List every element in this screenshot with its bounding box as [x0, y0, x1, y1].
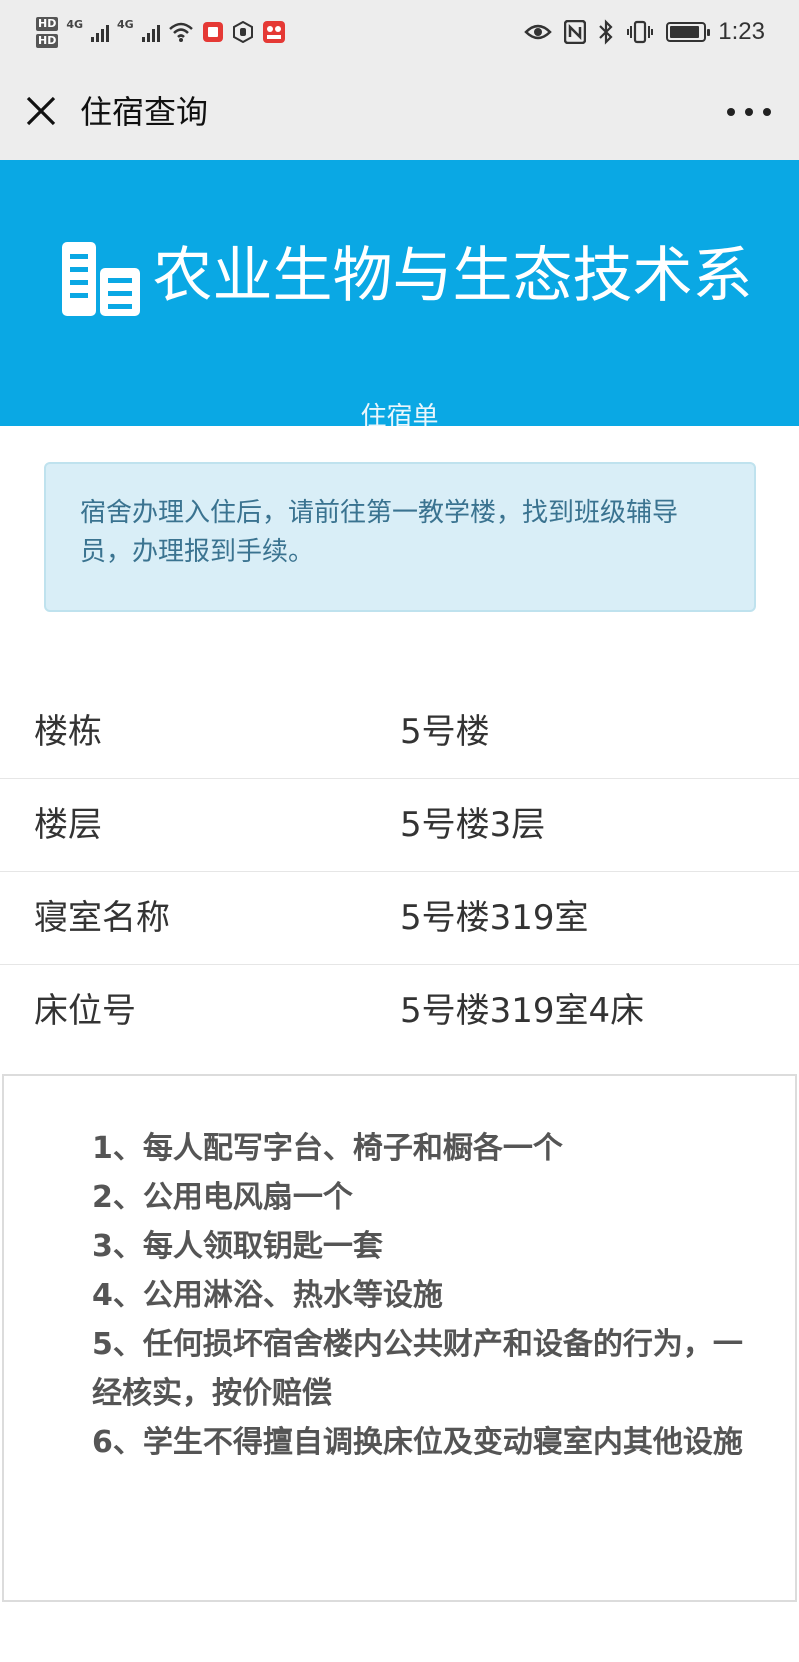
info-value: 5号楼319室 [400, 898, 589, 938]
info-label: 床位号 [34, 991, 136, 1031]
sim-indicators: HD HD [36, 16, 59, 48]
info-value: 5号楼319室4床 [400, 991, 645, 1031]
info-label: 楼层 [34, 805, 102, 845]
shopping-app-icon [262, 21, 285, 43]
info-row-bed: 床位号 5号楼319室4床 [0, 965, 799, 1058]
status-right: 1:23 [524, 14, 765, 50]
sim2-hd-badge: HD [36, 33, 59, 48]
banner-subtitle: 住宿单 [360, 402, 439, 426]
close-icon[interactable] [24, 94, 58, 128]
header-banner: 农业生物与生态技术系 住宿单 [0, 160, 799, 426]
info-value: 5号楼3层 [400, 805, 546, 845]
eye-comfort-icon [524, 24, 553, 40]
battery-icon [666, 22, 711, 42]
battery-level-fill [670, 26, 700, 38]
status-left: HD HD 4G 4G [36, 10, 286, 54]
wifi-icon [168, 22, 193, 42]
more-options-icon[interactable] [727, 100, 771, 124]
accommodation-info-table: 楼栋 5号楼 楼层 5号楼3层 寝室名称 5号楼319室 床位号 5号楼319室… [0, 686, 799, 1058]
rule-item: 3、每人领取钥匙一套 [92, 1229, 383, 1264]
clock-time: 1:23 [718, 18, 765, 45]
vibrate-icon [627, 20, 654, 44]
status-bar: HD HD 4G 4G 1:23 [0, 0, 799, 64]
rules-list: 1、每人配写字台、椅子和橱各一个 2、公用电风扇一个 3、每人领取钥匙一套 4、… [92, 1124, 752, 1467]
rule-item: 4、公用淋浴、热水等设施 [92, 1278, 443, 1313]
hand-notification-icon [232, 21, 253, 43]
bluetooth-icon [599, 19, 613, 45]
nfc-icon [564, 20, 587, 44]
signal2-icon [141, 22, 160, 42]
info-row-floor: 楼层 5号楼3层 [0, 779, 799, 872]
signal1-icon [91, 22, 110, 42]
rule-item: 5、任何损坏宿舍楼内公共财产和设备的行为，一经核实，按价赔偿 [92, 1327, 743, 1411]
info-row-room: 寝室名称 5号楼319室 [0, 872, 799, 965]
network2-label: 4G [117, 17, 134, 31]
info-label: 寝室名称 [34, 898, 170, 938]
app-notification-icon [202, 22, 223, 42]
nav-bar: 住宿查询 [0, 64, 799, 160]
rule-item: 1、每人配写字台、椅子和橱各一个 [92, 1131, 563, 1166]
department-title: 农业生物与生态技术系 [152, 241, 753, 311]
info-label: 楼栋 [34, 712, 102, 752]
rule-item: 6、学生不得擅自调换床位及变动寝室内其他设施 [92, 1425, 743, 1460]
dormitory-rules-box: 1、每人配写字台、椅子和橱各一个 2、公用电风扇一个 3、每人领取钥匙一套 4、… [2, 1074, 797, 1602]
network1-label: 4G [66, 17, 84, 31]
sim1-hd-badge: HD [36, 16, 59, 31]
info-value: 5号楼 [400, 712, 490, 752]
rule-item: 2、公用电风扇一个 [92, 1180, 353, 1215]
page-title: 住宿查询 [80, 93, 209, 131]
notice-alert: 宿舍办理入住后，请前往第一教学楼，找到班级辅导员，办理报到手续。 [44, 462, 756, 612]
info-row-building: 楼栋 5号楼 [0, 686, 799, 779]
